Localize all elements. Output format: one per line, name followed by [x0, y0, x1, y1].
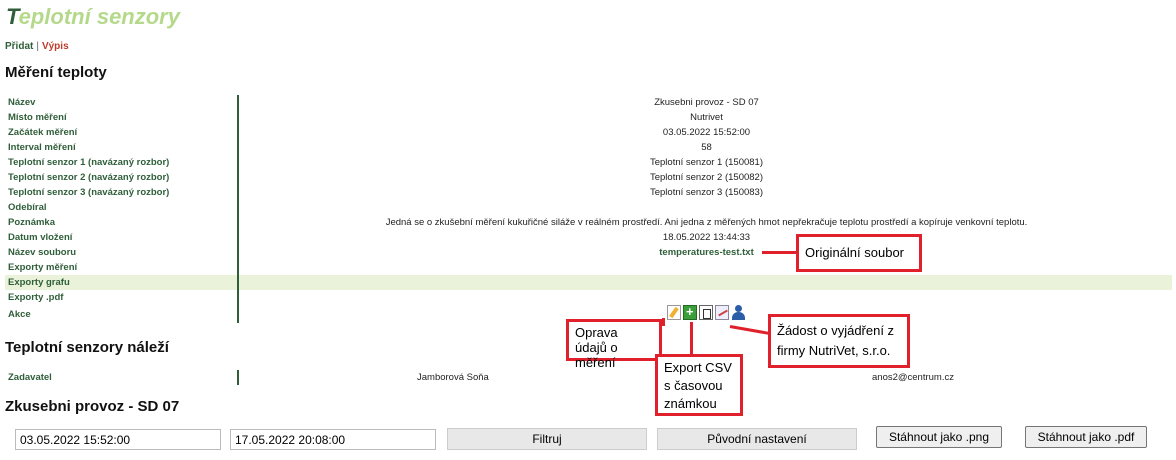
assignee-email: anos2@centrum.cz [872, 372, 954, 383]
annotation-line-export [690, 322, 693, 356]
detail-value: 03.05.2022 15:52:00 [662, 127, 751, 138]
detail-label: Akce [8, 309, 31, 320]
detail-value: Teplotní senzor 1 (150081) [649, 157, 764, 168]
detail-row-exports-pdf: Exporty .pdf [5, 290, 1172, 305]
detail-value: Nutrivet [690, 112, 723, 123]
detail-label: Exporty grafu [8, 277, 70, 288]
detail-label: Teplotní senzor 3 (navázaný rozbor) [8, 187, 170, 198]
mail-icon[interactable] [715, 305, 729, 320]
row-divider [237, 275, 239, 290]
nav-list-link[interactable]: Výpis [42, 41, 69, 52]
date-to-input[interactable] [230, 429, 436, 450]
download-pdf-button[interactable]: Stáhnout jako .pdf [1025, 426, 1147, 448]
assignee-name: Jamborová Soňa [417, 372, 489, 383]
row-divider [237, 170, 239, 185]
nav-add-link[interactable]: Přidat [5, 41, 33, 52]
app-title: Teplotní senzory [6, 4, 180, 30]
detail-row-note: Poznámka Jedná se o zkušební měření kukuř… [5, 215, 1172, 230]
user-icon[interactable] [731, 305, 745, 320]
edit-icon[interactable] [667, 305, 681, 320]
detail-value: 18.05.2022 13:44:33 [662, 232, 751, 243]
detail-row-place: Místo měření Nutrivet [5, 110, 1172, 125]
section-title-measurement: Měření teploty [5, 64, 107, 81]
section-title-graph: Zkusebni provoz - SD 07 [5, 398, 180, 415]
detail-row-inserted: Datum vložení 18.05.2022 13:44:33 [5, 230, 1172, 245]
annotation-line-edit [662, 318, 665, 326]
row-divider [237, 125, 239, 140]
filter-button[interactable]: Filtruj [447, 428, 647, 450]
row-divider [237, 110, 239, 125]
app-title-rest: eplotní senzory [18, 4, 180, 29]
export-csv-icon[interactable] [683, 304, 697, 320]
annotation-export-csv: Export CSV s časovou známkou [655, 354, 743, 416]
filename-link[interactable]: temperatures-test.txt [241, 247, 1172, 258]
detail-row-sensor-1: Teplotní senzor 1 (navázaný rozbor) Teplo… [5, 155, 1172, 170]
detail-label: Exporty měření [8, 262, 78, 273]
row-divider [237, 95, 239, 110]
detail-row-interval: Interval měření 58 [5, 140, 1172, 155]
top-nav: Přidat | Výpis [5, 41, 69, 52]
action-icons [667, 304, 745, 321]
app-title-first-letter: T [6, 4, 19, 29]
annotation-request: Žádost o vyjádření z firmy NutriVet, s.r… [768, 314, 910, 368]
reset-button[interactable]: Původní nastavení [657, 428, 857, 450]
detail-row-exports-graph: Exporty grafu [5, 275, 1172, 290]
row-divider [237, 230, 239, 245]
pdf-icon[interactable] [699, 305, 713, 320]
annotation-edit: Oprava údajů o měření [566, 319, 662, 370]
detail-value: Teplotní senzor 3 (150083) [649, 187, 764, 198]
assignee-label: Zadavatel [8, 372, 52, 383]
row-divider [237, 200, 239, 215]
assignee-row: Zadavatel Jamborová Soňa anos2@centrum.c… [5, 370, 1172, 385]
row-divider [237, 370, 239, 385]
detail-row-start: Začátek měření 03.05.2022 15:52:00 [5, 125, 1172, 140]
detail-row-filename: Název souboru temperatures-test.txt [5, 245, 1172, 260]
row-divider [237, 260, 239, 275]
detail-row-sensor-3: Teplotní senzor 3 (navázaný rozbor) Teplo… [5, 185, 1172, 200]
annotation-line-request [729, 325, 770, 335]
detail-label: Začátek měření [8, 127, 78, 138]
annotation-line-original [762, 251, 798, 254]
detail-row-name: Název Zkusebni provoz - SD 07 [5, 95, 1172, 110]
detail-label: Název [8, 97, 36, 108]
row-divider [237, 305, 239, 323]
row-divider [237, 185, 239, 200]
detail-label: Interval měření [8, 142, 76, 153]
detail-label: Teplotní senzor 1 (navázaný rozbor) [8, 157, 170, 168]
row-divider [237, 140, 239, 155]
row-divider [237, 215, 239, 230]
detail-row-collector: Odebíral [5, 200, 1172, 215]
download-png-button[interactable]: Stáhnout jako .png [876, 426, 1002, 448]
annotation-original-file: Originální soubor [796, 234, 922, 272]
detail-label: Exporty .pdf [8, 292, 64, 303]
detail-label: Místo měření [8, 112, 67, 123]
detail-label: Odebíral [8, 202, 47, 213]
detail-label: Datum vložení [8, 232, 73, 243]
detail-value: Jedná se o zkušební měření kukuřičné sil… [385, 217, 1028, 228]
detail-value: 58 [701, 142, 712, 153]
detail-label: Teplotní senzor 2 (navázaný rozbor) [8, 172, 170, 183]
detail-value: Teplotní senzor 2 (150082) [649, 172, 764, 183]
nav-separator: | [36, 41, 39, 52]
detail-label: Název souboru [8, 247, 77, 258]
detail-value: Zkusebni provoz - SD 07 [654, 97, 759, 108]
detail-label: Poznámka [8, 217, 55, 228]
row-divider [237, 155, 239, 170]
detail-row-exports-measurement: Exporty měření [5, 260, 1172, 275]
row-divider [237, 290, 239, 305]
detail-row-sensor-2: Teplotní senzor 2 (navázaný rozbor) Teplo… [5, 170, 1172, 185]
section-title-belongs: Teplotní senzory náleží [5, 339, 169, 356]
row-divider [237, 245, 239, 260]
date-from-input[interactable] [15, 429, 221, 450]
